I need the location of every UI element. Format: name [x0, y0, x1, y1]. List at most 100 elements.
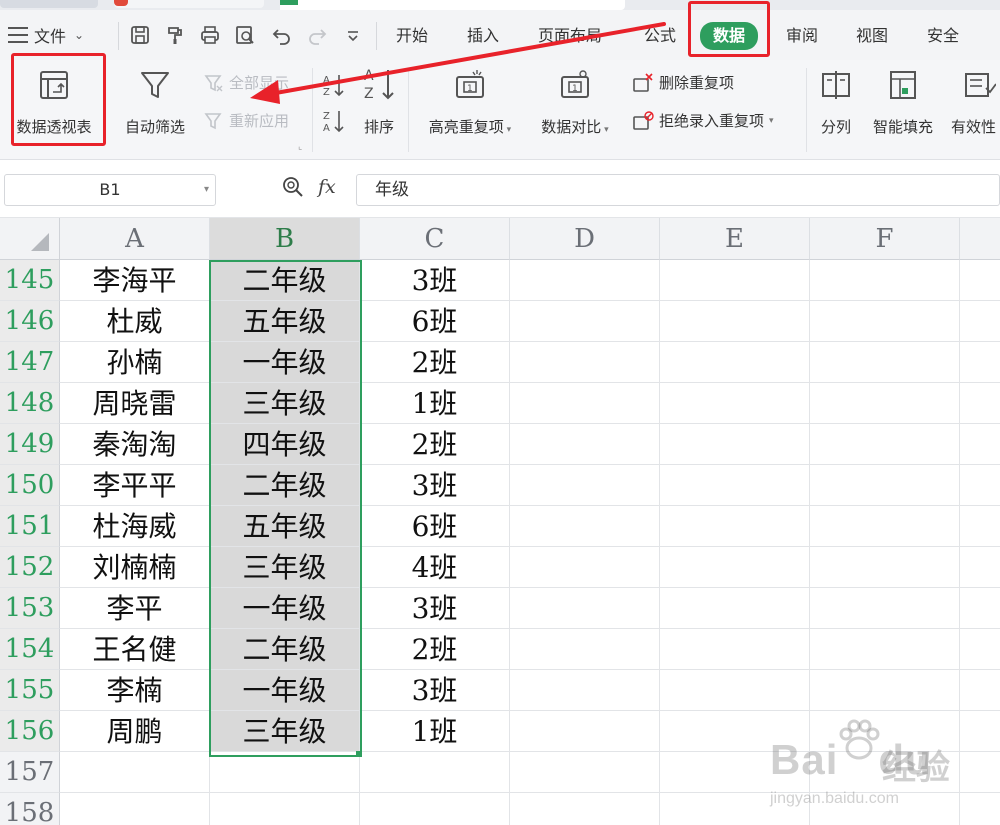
cell-c[interactable]: 6班: [360, 301, 510, 342]
tab-view[interactable]: 视图: [856, 24, 888, 48]
smart-fill-button[interactable]: 智能填充: [866, 68, 940, 137]
sort-button[interactable]: AZ 排序: [356, 64, 402, 137]
cell-a[interactable]: 周晓雷: [60, 383, 210, 424]
cell-a[interactable]: 李平平: [60, 465, 210, 506]
tab-formulas[interactable]: 公式: [644, 24, 676, 48]
cell-c[interactable]: 3班: [360, 260, 510, 301]
row-header[interactable]: 158: [0, 793, 60, 825]
tab-security[interactable]: 安全: [927, 24, 959, 48]
empty-cell[interactable]: [510, 424, 660, 465]
cell-b[interactable]: 二年级: [210, 629, 360, 670]
empty-cell[interactable]: [510, 752, 660, 793]
cell-c[interactable]: 4班: [360, 547, 510, 588]
empty-cell[interactable]: [660, 465, 810, 506]
empty-cell[interactable]: [660, 506, 810, 547]
row-header[interactable]: 145: [0, 260, 60, 301]
empty-cell[interactable]: [960, 670, 1000, 711]
split-column-button[interactable]: 分列: [814, 68, 858, 137]
empty-cell[interactable]: [510, 465, 660, 506]
cell-b[interactable]: 一年级: [210, 588, 360, 629]
select-all-corner[interactable]: [0, 218, 60, 260]
row-header[interactable]: 147: [0, 342, 60, 383]
cell-a[interactable]: 杜威: [60, 301, 210, 342]
empty-cell[interactable]: [510, 260, 660, 301]
undo-icon[interactable]: [270, 23, 294, 47]
tab-home[interactable]: 开始: [396, 24, 428, 48]
empty-cell[interactable]: [960, 260, 1000, 301]
cell-c[interactable]: 2班: [360, 629, 510, 670]
column-header-d[interactable]: D: [510, 218, 660, 260]
format-painter-icon[interactable]: [163, 23, 187, 47]
cell-c[interactable]: 1班: [360, 383, 510, 424]
row-header[interactable]: 149: [0, 424, 60, 465]
customize-toolbar-icon[interactable]: [341, 23, 365, 47]
empty-cell[interactable]: [660, 629, 810, 670]
empty-cell[interactable]: [810, 260, 960, 301]
cell-c[interactable]: 3班: [360, 465, 510, 506]
empty-cell[interactable]: [960, 588, 1000, 629]
column-header-c[interactable]: C: [360, 218, 510, 260]
empty-cell[interactable]: [510, 711, 660, 752]
highlight-duplicates-button[interactable]: 1 高亮重复项 ▾: [418, 68, 522, 137]
print-preview-icon[interactable]: [233, 23, 257, 47]
empty-cell[interactable]: [660, 424, 810, 465]
window-tab-2[interactable]: [114, 0, 264, 8]
column-header-g[interactable]: [960, 218, 1000, 260]
data-compare-button[interactable]: 1 数据对比 ▾: [532, 68, 618, 137]
empty-cell[interactable]: [510, 383, 660, 424]
empty-cell[interactable]: [510, 301, 660, 342]
formula-input[interactable]: 年级: [356, 174, 1000, 206]
empty-cell[interactable]: [660, 260, 810, 301]
cell-a[interactable]: 刘楠楠: [60, 547, 210, 588]
cell-a[interactable]: 孙楠: [60, 342, 210, 383]
reject-duplicates-button[interactable]: 拒绝录入重复项 ▾: [632, 110, 774, 131]
empty-cell[interactable]: [510, 629, 660, 670]
show-all-button[interactable]: 全部显示: [204, 72, 289, 93]
empty-cell[interactable]: [810, 629, 960, 670]
validity-button[interactable]: 有效性: [948, 68, 1000, 137]
cell-a[interactable]: 李海平: [60, 260, 210, 301]
row-header[interactable]: 153: [0, 588, 60, 629]
reapply-button[interactable]: 重新应用: [204, 110, 289, 131]
cell-b[interactable]: 一年级: [210, 670, 360, 711]
column-header-b[interactable]: B: [210, 218, 360, 260]
row-header[interactable]: 146: [0, 301, 60, 342]
remove-duplicates-button[interactable]: 删除重复项: [632, 72, 734, 93]
row-header[interactable]: 156: [0, 711, 60, 752]
empty-cell[interactable]: [660, 383, 810, 424]
redo-icon[interactable]: [305, 23, 329, 47]
cell-b[interactable]: 四年级: [210, 424, 360, 465]
empty-cell[interactable]: [510, 670, 660, 711]
empty-cell[interactable]: [960, 301, 1000, 342]
empty-cell[interactable]: [810, 465, 960, 506]
empty-cell[interactable]: [960, 342, 1000, 383]
tab-review[interactable]: 审阅: [786, 24, 818, 48]
cell-b[interactable]: 五年级: [210, 301, 360, 342]
empty-cell[interactable]: [960, 547, 1000, 588]
cell-c[interactable]: [360, 793, 510, 825]
cell-a[interactable]: 王名健: [60, 629, 210, 670]
cell-a[interactable]: 李楠: [60, 670, 210, 711]
cell-a[interactable]: 秦淘淘: [60, 424, 210, 465]
tab-page-layout[interactable]: 页面布局: [538, 24, 602, 48]
filter-group-launcher-icon[interactable]: ⌞: [298, 142, 302, 152]
row-header[interactable]: 155: [0, 670, 60, 711]
chevron-down-icon[interactable]: ▾: [204, 175, 209, 205]
cell-c[interactable]: 3班: [360, 670, 510, 711]
print-icon[interactable]: [198, 23, 222, 47]
cell-a[interactable]: 李平: [60, 588, 210, 629]
auto-filter-button[interactable]: 自动筛选: [118, 68, 192, 137]
empty-cell[interactable]: [660, 670, 810, 711]
save-icon[interactable]: [128, 23, 152, 47]
cell-b[interactable]: [210, 793, 360, 825]
cell-c[interactable]: 6班: [360, 506, 510, 547]
column-header-a[interactable]: A: [60, 218, 210, 260]
cell-a[interactable]: [60, 752, 210, 793]
cell-b[interactable]: 二年级: [210, 260, 360, 301]
cell-b[interactable]: [210, 752, 360, 793]
cell-c[interactable]: 2班: [360, 342, 510, 383]
empty-cell[interactable]: [960, 506, 1000, 547]
sort-ascending-icon[interactable]: AZ: [322, 72, 346, 102]
row-header[interactable]: 148: [0, 383, 60, 424]
cell-c[interactable]: 1班: [360, 711, 510, 752]
